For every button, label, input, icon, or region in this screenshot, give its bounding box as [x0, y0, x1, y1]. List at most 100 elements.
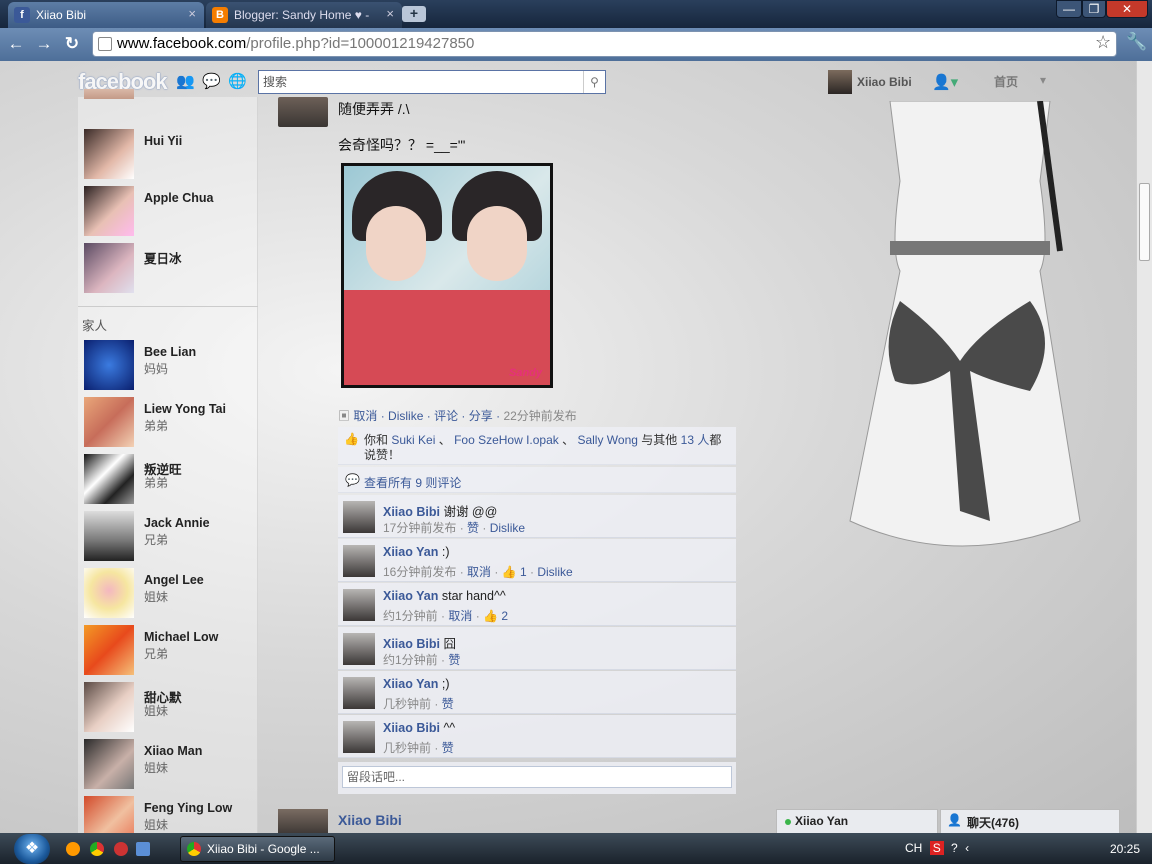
avatar[interactable] — [343, 677, 375, 709]
comment-author[interactable]: Xiiao Yan — [383, 545, 438, 559]
avatar[interactable] — [343, 501, 375, 533]
comment-author[interactable]: Xiiao Yan — [383, 677, 438, 691]
clock[interactable]: 20:25 — [1110, 842, 1140, 856]
comment-time: 17分钟前发布 — [383, 521, 457, 535]
view-all-comments[interactable]: 💬 查看所有 9 则评论 — [338, 467, 736, 493]
friend-name[interactable]: Angel Lee — [144, 573, 204, 587]
list-item[interactable]: Bee Lian 妈妈 — [84, 340, 254, 392]
avatar[interactable] — [278, 97, 328, 127]
list-item[interactable]: Xiiao Man 姐妹 — [84, 739, 254, 791]
avatar[interactable] — [278, 809, 328, 833]
vertical-scrollbar[interactable] — [1136, 61, 1152, 833]
language-indicator[interactable]: CH — [905, 841, 922, 855]
list-item[interactable]: Feng Ying Low 姐妹 — [84, 796, 254, 833]
list-item[interactable]: 叛逆旺 弟弟 — [84, 454, 254, 506]
post-photo[interactable]: Sandy — [341, 163, 553, 388]
home-link[interactable]: 首页 — [994, 73, 1018, 90]
comment-author[interactable]: Xiiao Bibi — [383, 721, 440, 735]
dislike-link[interactable]: Dislike — [490, 521, 525, 535]
close-tab-icon[interactable]: × — [188, 6, 196, 21]
ime-icon[interactable]: S — [929, 841, 944, 855]
comment-link[interactable]: 评论 — [434, 409, 458, 423]
new-tab-button[interactable]: + — [402, 6, 426, 22]
list-item[interactable]: Apple Chua — [84, 186, 254, 238]
taskbar-app-chrome[interactable]: Xiiao Bibi - Google ... — [180, 836, 335, 862]
friend-name[interactable]: Xiiao Man — [144, 744, 202, 758]
comment-author[interactable]: Xiiao Bibi — [383, 505, 440, 519]
friend-name[interactable]: Jack Annie — [144, 516, 210, 530]
unlike-link[interactable]: 取消 — [448, 609, 472, 623]
like-link[interactable]: 赞 — [448, 653, 460, 667]
close-window-button[interactable]: ✕ — [1106, 0, 1148, 18]
chat-tab-user[interactable]: Xiiao Yan — [776, 809, 938, 833]
avatar — [828, 70, 852, 94]
comment-author[interactable]: Xiiao Bibi — [383, 637, 440, 651]
address-bar[interactable]: www.facebook.com/profile.php?id=10000121… — [92, 31, 1117, 57]
chrome-icon[interactable] — [90, 842, 104, 856]
likes-count-link[interactable]: 13 人 — [681, 433, 710, 447]
like-link[interactable]: 赞 — [442, 741, 454, 755]
friend-name[interactable]: Liew Yong Tai — [144, 402, 226, 416]
like-count[interactable]: 👍 1 — [502, 565, 527, 579]
list-item[interactable]: Liew Yong Tai 弟弟 — [84, 397, 254, 449]
dislike-link[interactable]: Dislike — [537, 565, 572, 579]
friend-name[interactable]: Hui Yii — [144, 134, 182, 148]
tab-blogger[interactable]: B Blogger: Sandy Home ♥ - × — [206, 2, 402, 28]
minimize-button[interactable]: — — [1056, 0, 1082, 18]
list-item[interactable] — [84, 89, 254, 99]
comment-input[interactable]: 留段话吧... — [342, 766, 732, 788]
chat-button[interactable]: 👤 聊天(476) — [940, 809, 1120, 833]
tray-chevron-icon[interactable]: ‹ — [965, 841, 969, 855]
unlike-link[interactable]: 取消 — [467, 565, 491, 579]
liker-link[interactable]: Sally Wong — [577, 433, 637, 447]
like-link[interactable]: 赞 — [467, 521, 479, 535]
list-item[interactable]: Michael Low 兄弟 — [84, 625, 254, 677]
dislike-link[interactable]: Dislike — [388, 409, 423, 423]
liker-link[interactable]: Suki Kei — [391, 433, 435, 447]
help-icon[interactable]: ? — [951, 841, 958, 855]
like-link[interactable]: 赞 — [442, 697, 454, 711]
avatar[interactable] — [343, 721, 375, 753]
desktop-icon[interactable] — [136, 842, 150, 856]
friend-name[interactable]: Michael Low — [144, 630, 218, 644]
forward-button[interactable]: → — [34, 35, 54, 53]
account-menu-chevron-down-icon[interactable]: ▾ — [1040, 73, 1046, 87]
profile-link[interactable]: Xiiao Bibi — [828, 70, 912, 94]
list-item[interactable]: Angel Lee 姐妹 — [84, 568, 254, 620]
reload-button[interactable]: ↻ — [62, 35, 82, 53]
photo-icon: ▣ — [338, 409, 351, 423]
wrench-icon[interactable]: 🔧 — [1126, 32, 1147, 52]
bookmark-star-icon[interactable]: ☆ — [1095, 32, 1111, 53]
firefox-icon[interactable] — [66, 842, 80, 856]
post-author[interactable]: Xiiao Bibi — [338, 812, 402, 828]
avatar[interactable] — [343, 545, 375, 577]
share-link[interactable]: 分享 — [469, 409, 493, 423]
list-item[interactable]: Jack Annie 兄弟 — [84, 511, 254, 563]
friend-photo — [84, 243, 134, 293]
maximize-button[interactable]: ❐ — [1082, 0, 1106, 18]
liker-link[interactable]: Foo SzeHow I.opak — [454, 433, 559, 447]
media-icon[interactable] — [114, 842, 128, 856]
search-icon[interactable]: ⚲ — [583, 71, 605, 93]
friend-name[interactable]: Feng Ying Low — [144, 801, 232, 815]
friend-name[interactable]: Bee Lian — [144, 345, 196, 359]
tab-facebook[interactable]: f Xiiao Bibi × — [8, 2, 204, 28]
avatar[interactable] — [343, 633, 375, 665]
friend-name[interactable]: 夏日冰 — [144, 248, 182, 267]
list-item[interactable]: 夏日冰 — [84, 243, 254, 295]
view-all-label[interactable]: 查看所有 9 则评论 — [364, 476, 461, 490]
list-item[interactable]: 甜心默 姐妹 — [84, 682, 254, 734]
avatar[interactable] — [343, 589, 375, 621]
list-item[interactable]: Hui Yii — [84, 129, 254, 181]
find-friends-icon[interactable]: 👤▾ — [932, 73, 958, 91]
like-count[interactable]: 👍 2 — [483, 609, 508, 623]
friend-name[interactable]: Apple Chua — [144, 191, 213, 205]
search-input[interactable]: 搜索 ⚲ — [258, 70, 606, 94]
start-button[interactable]: ❖ — [14, 834, 50, 864]
comment-author[interactable]: Xiiao Yan — [383, 589, 438, 603]
scrollbar-thumb[interactable] — [1139, 183, 1150, 261]
unlike-link[interactable]: 取消 — [353, 409, 377, 423]
comment-text: ^^ — [443, 721, 456, 735]
close-tab-icon[interactable]: × — [386, 6, 394, 21]
back-button[interactable]: ← — [6, 35, 26, 53]
